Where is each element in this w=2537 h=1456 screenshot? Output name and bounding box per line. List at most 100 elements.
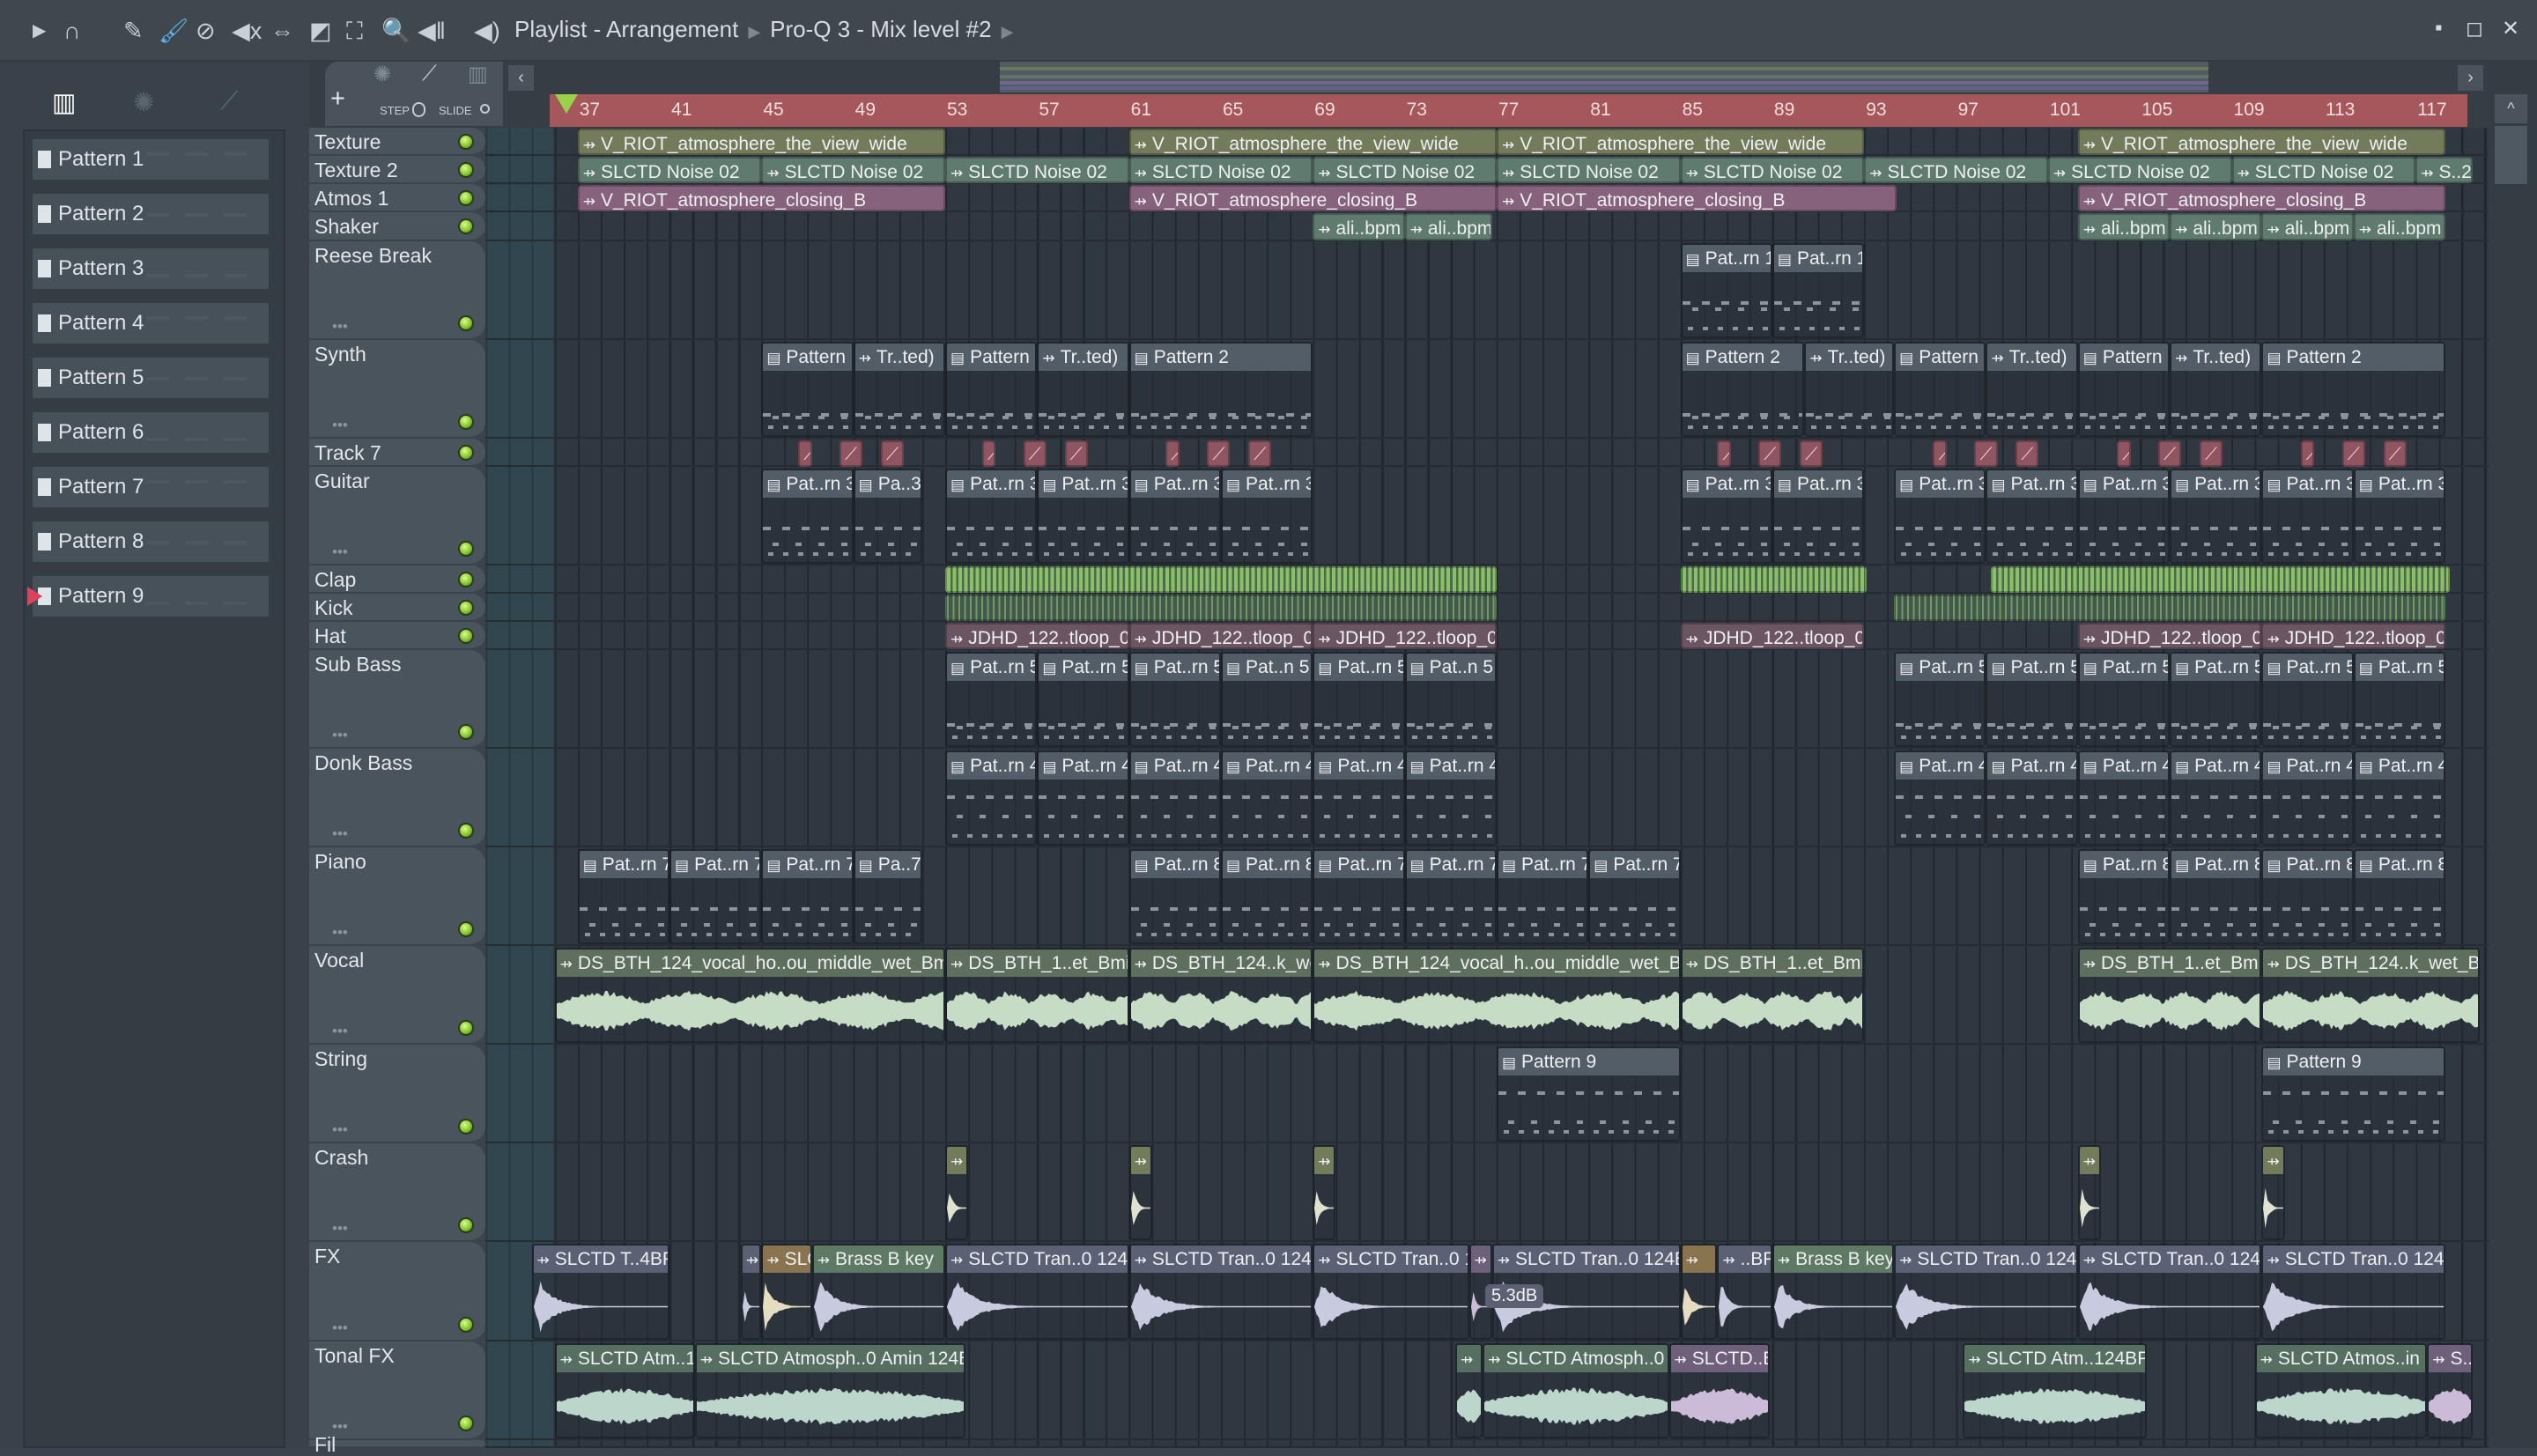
slip-icon[interactable]: ⇔ [270, 15, 294, 48]
track-header[interactable]: Clap [309, 565, 485, 594]
track-options-icon[interactable]: ••• [332, 318, 348, 335]
automation-tab-icon[interactable]: ⟋ [220, 87, 238, 116]
track-lane[interactable]: ⇸ V_RIOT_atmosphere_closing_B ⇸ V_RIOT_atmo… [485, 184, 2489, 213]
track-header[interactable]: FX ••• [309, 1242, 485, 1341]
scrollbar-thumb[interactable] [2495, 126, 2527, 184]
clip-audio[interactable]: ⇸ V_RIOT_atmosphere_closing_B [2077, 185, 2446, 212]
clip-pattern[interactable]: ▤ Pat..rn 5 [2261, 652, 2354, 748]
zoom-icon[interactable]: 🔍 [381, 15, 411, 48]
clip-pattern[interactable]: ▤ Pat..rn 5 [2077, 652, 2171, 748]
clip-automation[interactable]: ⟋ [1800, 440, 1823, 467]
clip-pattern[interactable]: ▤ Pat..rn 8 [2170, 849, 2262, 945]
clip-pattern[interactable]: ▤ Pat..rn 3 [1894, 468, 1986, 564]
clip-wave-hit[interactable]: ⇸ [1128, 1145, 1152, 1241]
track-enable-led[interactable] [458, 218, 474, 235]
clip-wave-fx[interactable]: ⇸SLCTD Tran..0 124BPM [2261, 1244, 2446, 1340]
clip-audio-pattern[interactable]: ⇸ Tr..ted) [1986, 341, 2078, 437]
clip-pattern[interactable]: ▤ Pattern 2 [1680, 341, 1805, 437]
clip-audio-pattern[interactable]: ⇸ Tr..ted) [853, 341, 945, 437]
close-button[interactable]: ✕ [2502, 16, 2519, 41]
clip-pattern[interactable]: ▤ Pat..rn 5 [1128, 652, 1221, 748]
clip-pattern[interactable]: ▤ Pat..rn 4 [945, 750, 1038, 846]
clip-pattern[interactable]: ▤ Pat..rn 7 [1496, 849, 1589, 945]
scroll-right-button[interactable]: › [2458, 65, 2483, 91]
clip-wave-vocal[interactable]: ⇸ DS_BTH_1..et_Bmin [1680, 948, 1865, 1044]
clip-wave-hit[interactable]: ⇸SLCTD.. [761, 1244, 812, 1340]
clip-audio[interactable]: ⇸ V_RIOT_atmosphere_closing_B [577, 185, 945, 212]
track-header[interactable]: Track 7 [309, 438, 485, 467]
clip-audio[interactable]: ⇸ ali..bpm [2261, 213, 2354, 240]
slice-icon[interactable]: ◩ [309, 15, 332, 48]
clip-automation[interactable]: ⟋ [840, 440, 863, 467]
clip-audio[interactable]: ⇸ SLCTD Noise 02 [2231, 157, 2416, 184]
clip-wave-fx[interactable]: ⇸SLCTD Tran..0 124BPM [1128, 1244, 1313, 1340]
clip-pattern[interactable]: ▤ Pat..rn 8 [2353, 849, 2446, 945]
track-enable-led[interactable] [458, 444, 474, 461]
clip-wave-fx[interactable]: ⇸SLCTD T..4BPM [531, 1244, 670, 1340]
track-header[interactable]: Tonal FX ••• [309, 1341, 485, 1440]
clip-pattern[interactable]: ▤ Pat..rn 3 [761, 468, 854, 564]
pencil-draw-icon[interactable]: ✎ [123, 15, 144, 48]
clip-audio[interactable]: ⇸ S..2 [2415, 157, 2474, 184]
clip-pattern[interactable]: ▤ Pat..rn 7 [1404, 849, 1497, 945]
clip-audio[interactable]: ⇸ SLCTD Noise 02 [1128, 157, 1313, 184]
track-lane[interactable] [485, 594, 2489, 623]
clip-audio[interactable]: ⇸ V_RIOT_atmosphere_closing_B [1128, 185, 1497, 212]
clip-pattern[interactable]: ▤ Pat..rn 5 [1037, 652, 1129, 748]
pattern-item[interactable]: Pattern 2 [33, 194, 269, 234]
track-enable-led[interactable] [458, 162, 474, 179]
track-enable-led[interactable] [458, 823, 474, 839]
clip-pattern[interactable]: ▤ Pattern [2077, 341, 2171, 437]
track-options-icon[interactable]: ••• [332, 1024, 348, 1039]
pattern-item[interactable]: Pattern 6 [33, 412, 269, 453]
track-header[interactable]: Texture 2 [309, 156, 485, 185]
clip-audio[interactable]: ⇸ JDHD_122..tloop_02 [1128, 623, 1313, 650]
clip-wave-fx[interactable]: ⇸SLCTD Tran..0 12 [1313, 1244, 1469, 1340]
track-enable-led[interactable] [458, 1119, 474, 1135]
clip-pattern[interactable]: ▤ Pat..rn 3 [2077, 468, 2171, 564]
clip-pattern[interactable]: ▤ Pa..7 [853, 849, 922, 945]
track-lane[interactable]: ▤ Pattern 9 ▤ Pattern 9 [485, 1045, 2489, 1144]
clip-wave-hit[interactable]: ⇸ [2261, 1145, 2285, 1241]
clip-pattern[interactable]: ▤ Pat..n 5 [1220, 652, 1313, 748]
playback-icon[interactable]: ◀‖ [418, 15, 446, 48]
maximize-button[interactable]: ◻ [2466, 16, 2483, 41]
track-lane[interactable] [485, 565, 2489, 594]
track-header[interactable]: Piano ••• [309, 847, 485, 947]
track-enable-led[interactable] [458, 190, 474, 207]
clip-wave-vocal[interactable]: ⇸ DS_BTH_1..et_Bmin [945, 948, 1129, 1044]
track-options-icon[interactable]: ••• [332, 1221, 348, 1237]
track-header[interactable]: Fil [309, 1433, 485, 1455]
clip-audio[interactable]: ⇸ V_RIOT_atmosphere_closing_B [1496, 185, 1897, 212]
track-enable-led[interactable] [458, 134, 474, 150]
clip-pattern[interactable]: ▤ Pat..rn 3 [2353, 468, 2446, 564]
track-lane[interactable]: ▤ Pat..rn 7 ▤ Pat..rn 7 ▤ Pat..rn 7 ▤ Pa..7 ▤ Pat… [485, 847, 2489, 947]
clip-automation[interactable]: ⟋ [2383, 440, 2407, 467]
clip-pattern[interactable]: ▤ Pat..rn 3 [1771, 468, 1865, 564]
clip-pattern[interactable]: ▤ Pat..rn 5 [945, 652, 1038, 748]
track-lane[interactable] [485, 1440, 2489, 1448]
clip-pattern[interactable]: ▤ Pattern 9 [1496, 1046, 1681, 1142]
track-lane[interactable]: ▤ Pat..rn 3 ▤ Pa..3 ▤ Pat..rn 3 ▤ Pat..rn 3 ▤ Pat… [485, 467, 2489, 565]
clip-pattern[interactable]: ▤ Pat..rn 4 [2261, 750, 2354, 846]
clip-audio[interactable]: ⇸ SLCTD Noise 02 [577, 157, 762, 184]
clip-steps[interactable] [945, 594, 1497, 622]
clip-audio[interactable]: ⇸ V_RIOT_atmosphere_the_view_wide [1496, 129, 1865, 156]
track-header[interactable]: Kick [309, 593, 485, 623]
clip-automation[interactable]: ⟋ [798, 440, 812, 467]
timeline-ruler[interactable]: 37 41 45 49 53 57 61 65 69 73 77 81 85 89 93 97 101 105 10… [550, 94, 2467, 127]
clip-audio[interactable]: ⇸ SLCTD Noise 02 [2047, 157, 2232, 184]
track-enable-led[interactable] [458, 571, 474, 588]
track-header[interactable]: Texture [309, 128, 485, 157]
track-header[interactable]: Sub Bass ••• [309, 650, 485, 750]
scroll-up-button[interactable]: ^ [2495, 94, 2527, 123]
clip-pattern[interactable]: ▤ Pat..rn 7 [1313, 849, 1405, 945]
track-header[interactable]: Hat [309, 622, 485, 651]
clip-pattern[interactable]: ▤ Pat..rn 3 [945, 468, 1038, 564]
clip-wave-fx[interactable]: ⇸ Brass B key [811, 1244, 945, 1340]
track-enable-led[interactable] [458, 314, 474, 331]
clip-automation[interactable]: ⟋ [981, 440, 996, 467]
clip-automation[interactable]: ⟋ [2200, 440, 2223, 467]
pattern-item[interactable]: Pattern 1 [33, 139, 269, 180]
clip-pattern[interactable]: ▤ Pat..rn 4 [1128, 750, 1221, 846]
